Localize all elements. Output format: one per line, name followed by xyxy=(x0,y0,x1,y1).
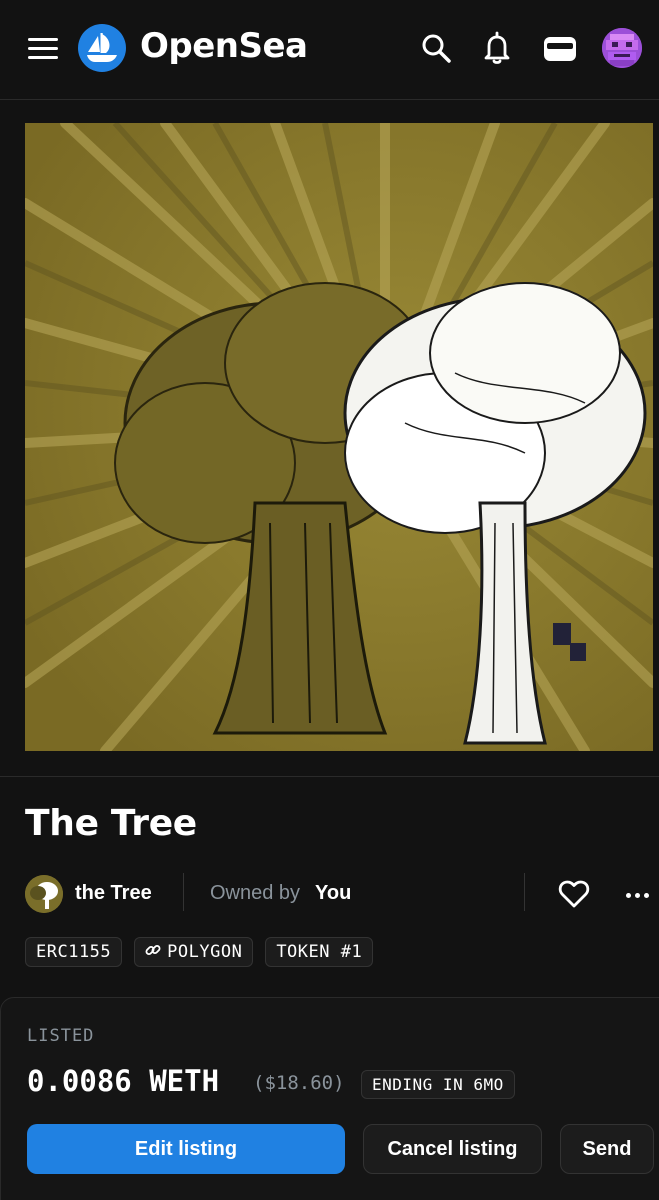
item-title: The Tree xyxy=(25,803,197,844)
tag-label: TOKEN #1 xyxy=(276,942,363,962)
brand-name[interactable]: OpenSea xyxy=(140,26,308,66)
listing-ending-badge: ENDING IN 6MO xyxy=(361,1070,515,1099)
edit-listing-button[interactable]: Edit listing xyxy=(27,1124,345,1174)
listing-usd-price: ($18.60) xyxy=(253,1072,345,1094)
opensea-logo-icon[interactable] xyxy=(78,24,126,72)
listing-status-label: LISTED xyxy=(27,1026,95,1046)
listing-price: 0.0086 WETH xyxy=(27,1064,220,1098)
owner-row: the Tree Owned by You xyxy=(25,873,659,915)
send-button[interactable]: Send xyxy=(560,1124,654,1174)
divider xyxy=(183,873,184,911)
tag-token-id: TOKEN #1 xyxy=(265,937,374,967)
collection-name-link[interactable]: the Tree xyxy=(75,882,152,905)
collection-avatar[interactable] xyxy=(25,875,63,913)
cancel-listing-button[interactable]: Cancel listing xyxy=(363,1124,542,1174)
top-nav-bar: OpenSea xyxy=(0,0,659,100)
owner-link[interactable]: You xyxy=(315,882,351,905)
bell-icon[interactable] xyxy=(477,28,517,68)
section-divider xyxy=(0,776,659,777)
tag-label: ERC1155 xyxy=(36,942,112,962)
menu-icon[interactable] xyxy=(28,38,60,60)
tag-standard: ERC1155 xyxy=(25,937,123,967)
avatar[interactable] xyxy=(602,28,642,68)
divider xyxy=(524,873,525,911)
token-tags: ERC1155 POLYGON TOKEN #1 xyxy=(25,937,374,967)
link-icon xyxy=(145,942,161,963)
tag-label: POLYGON xyxy=(167,942,243,962)
more-options-icon[interactable] xyxy=(621,881,653,909)
tag-chain[interactable]: POLYGON xyxy=(134,937,254,967)
owned-by-label: Owned by xyxy=(210,882,301,904)
nft-artwork-image[interactable] xyxy=(25,123,653,751)
listing-card: LISTED 0.0086 WETH ($18.60) ENDING IN 6M… xyxy=(0,997,659,1200)
favorite-heart-icon[interactable] xyxy=(555,875,593,913)
wallet-icon[interactable] xyxy=(540,28,580,68)
search-icon[interactable] xyxy=(416,28,456,68)
